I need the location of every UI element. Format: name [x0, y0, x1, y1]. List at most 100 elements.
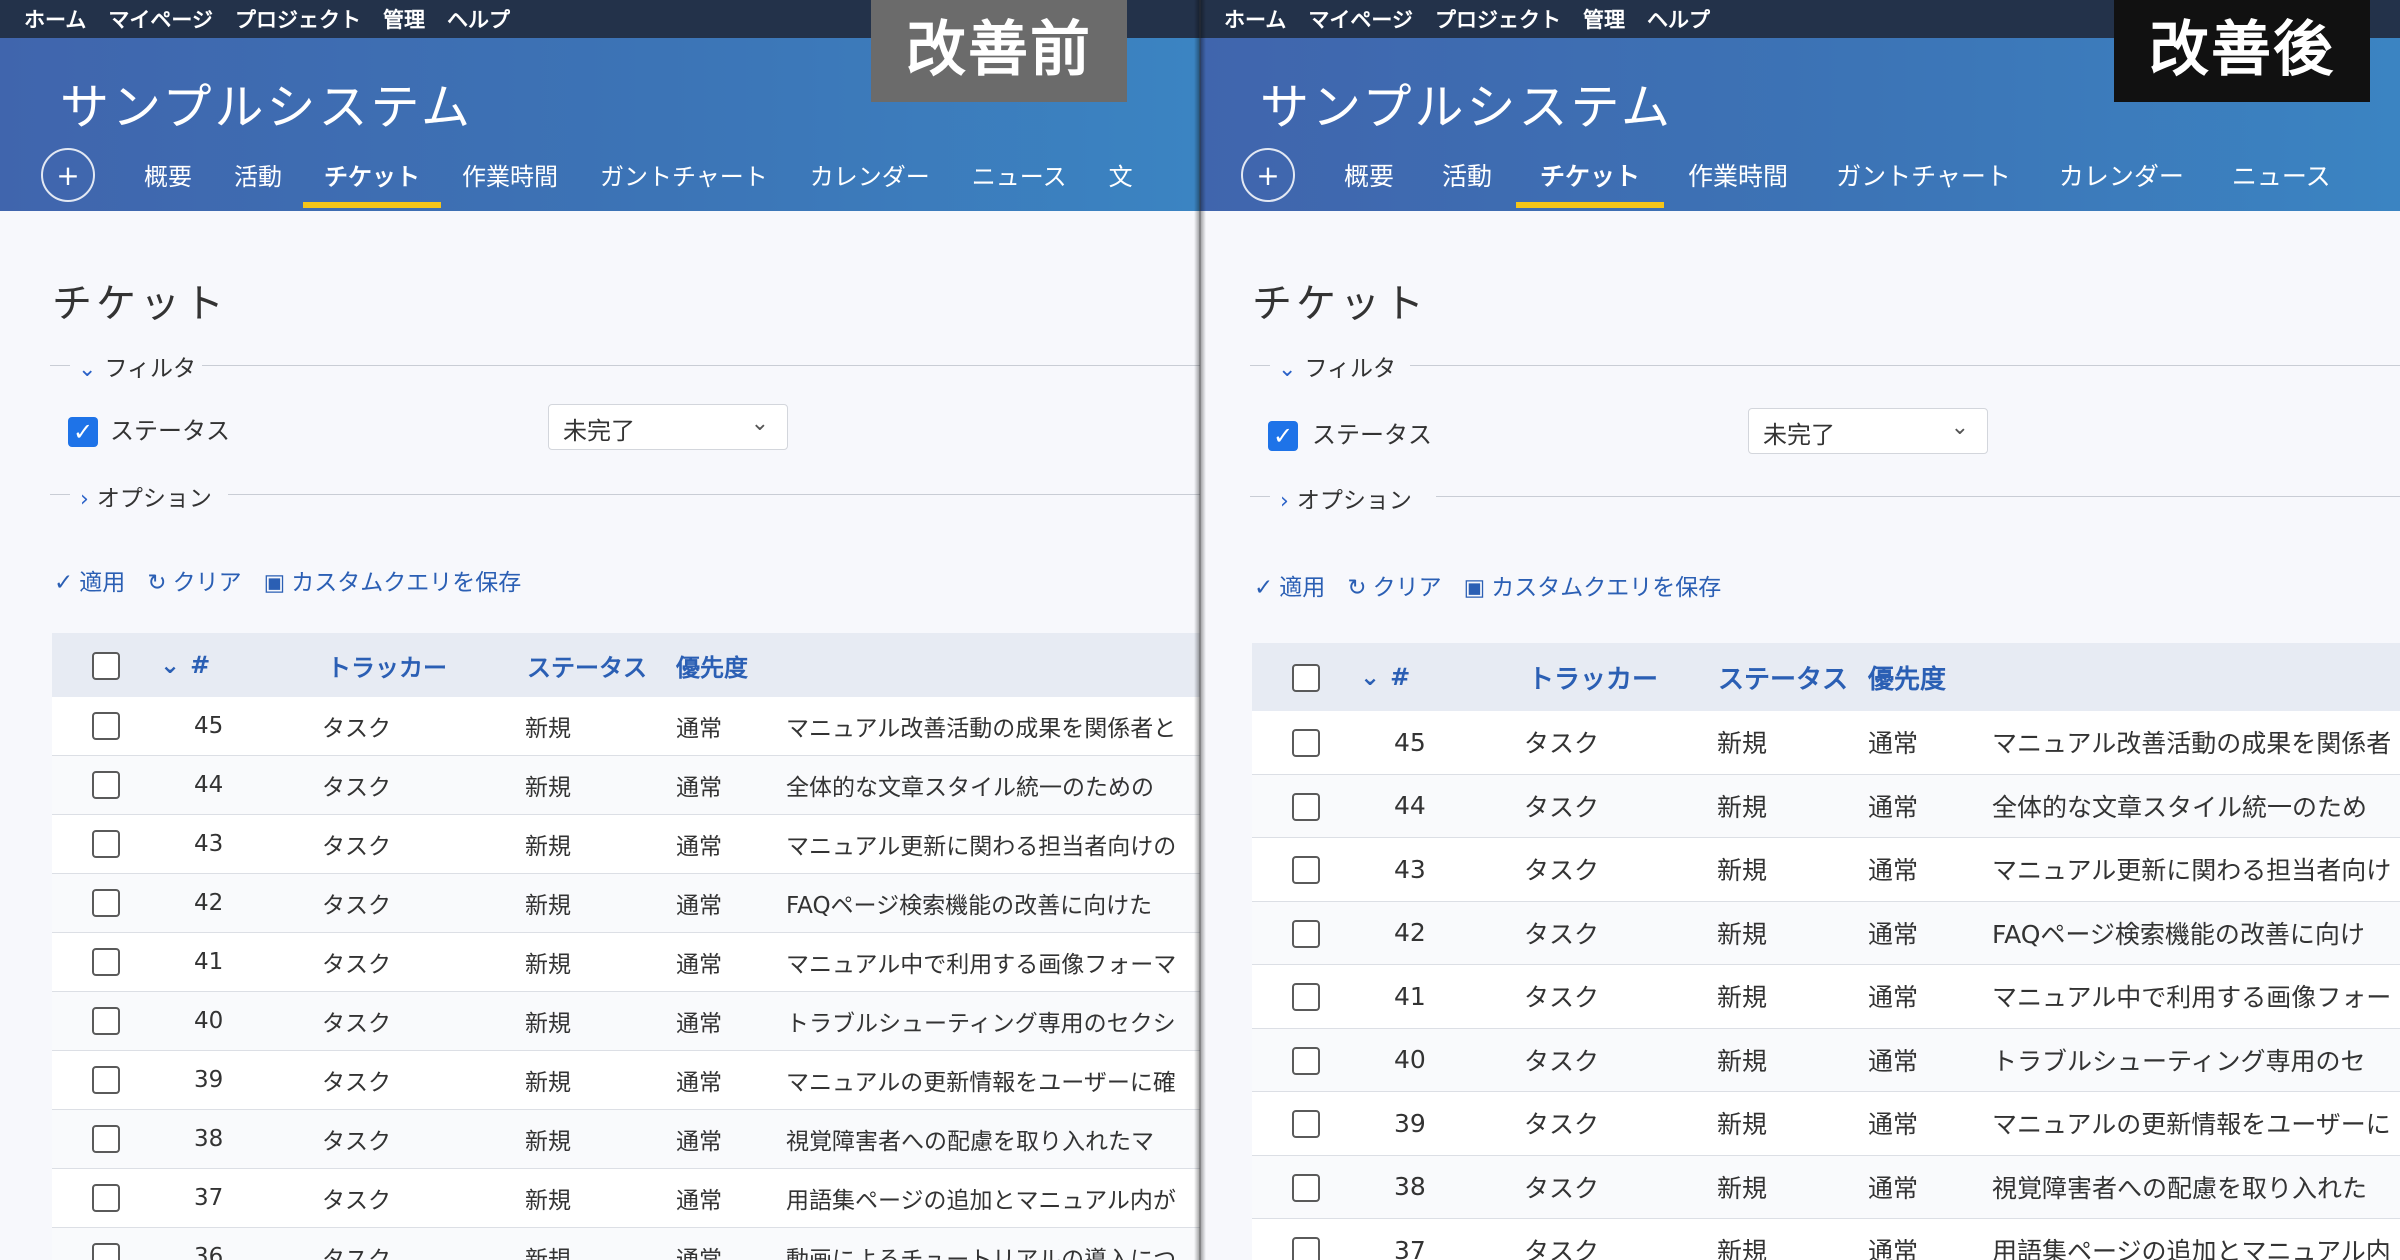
- issue-id-link[interactable]: 39: [1360, 1091, 1494, 1156]
- issue-id-link[interactable]: 39: [160, 1050, 292, 1110]
- tab-time-entries[interactable]: 作業時間: [1664, 150, 1812, 208]
- issue-id-link[interactable]: 40: [1360, 1028, 1494, 1092]
- issue-id-link[interactable]: 42: [1360, 901, 1494, 965]
- issue-id-link[interactable]: 45: [1360, 711, 1494, 775]
- issue-subject-link[interactable]: マニュアルの更新情報をユーザーに確: [786, 1050, 1200, 1110]
- top-menu-admin[interactable]: 管理: [383, 4, 425, 34]
- issue-subject-link[interactable]: 視覚障害者への配慮を取り入れたマ: [786, 1109, 1200, 1169]
- issue-subject-link[interactable]: 動画によるチュートリアルの導入につ: [786, 1227, 1200, 1260]
- issue-subject-link[interactable]: マニュアル改善活動の成果を関係者と: [786, 697, 1200, 756]
- top-menu-mypage[interactable]: マイページ: [1308, 4, 1413, 34]
- tab-issues[interactable]: チケット: [303, 150, 441, 208]
- row-checkbox[interactable]: [1292, 1173, 1320, 1202]
- column-status[interactable]: ステータス: [500, 633, 676, 697]
- issue-id-link[interactable]: 37: [1360, 1218, 1494, 1260]
- column-tracker[interactable]: トラッカー: [292, 633, 500, 697]
- status-filter-checkbox[interactable]: ✓: [1268, 421, 1298, 451]
- row-checkbox[interactable]: [92, 948, 120, 976]
- status-filter-select[interactable]: 未完了 ⌄: [1748, 408, 1988, 454]
- top-menu-admin[interactable]: 管理: [1583, 4, 1625, 34]
- row-checkbox[interactable]: [92, 1184, 120, 1212]
- row-checkbox[interactable]: [1292, 983, 1320, 1012]
- column-status[interactable]: ステータス: [1692, 643, 1868, 711]
- top-menu-help[interactable]: ヘルプ: [1647, 4, 1710, 34]
- top-menu-projects[interactable]: プロジェクト: [1435, 4, 1561, 34]
- top-menu-projects[interactable]: プロジェクト: [235, 4, 361, 34]
- issue-subject-link[interactable]: 用語集ページの追加とマニュアル内が: [786, 1168, 1200, 1228]
- issue-id-link[interactable]: 41: [1360, 964, 1494, 1029]
- issue-id-link[interactable]: 45: [160, 697, 292, 756]
- row-checkbox[interactable]: [1292, 1046, 1320, 1075]
- tab-activity[interactable]: 活動: [213, 150, 303, 208]
- top-menu-help[interactable]: ヘルプ: [447, 4, 510, 34]
- status-filter-checkbox[interactable]: ✓: [68, 417, 98, 447]
- clear-button[interactable]: ↻ クリア: [1347, 568, 1441, 602]
- top-menu-mypage[interactable]: マイページ: [108, 4, 213, 34]
- column-tracker[interactable]: トラッカー: [1494, 643, 1692, 711]
- issue-subject-link[interactable]: 全体的な文章スタイル統一のための: [786, 755, 1200, 815]
- tab-time-entries[interactable]: 作業時間: [441, 150, 579, 208]
- status-filter-select[interactable]: 未完了 ⌄: [548, 404, 788, 450]
- row-checkbox[interactable]: [92, 830, 120, 858]
- issue-id-link[interactable]: 37: [160, 1168, 292, 1228]
- row-checkbox[interactable]: [92, 1066, 120, 1094]
- tab-news[interactable]: ニュース: [951, 150, 1088, 208]
- row-checkbox[interactable]: [92, 1007, 120, 1035]
- tab-overview[interactable]: 概要: [123, 150, 213, 208]
- clear-button[interactable]: ↻ クリア: [147, 563, 241, 597]
- issue-subject-link[interactable]: マニュアル更新に関わる担当者向け: [1992, 837, 2400, 902]
- tab-calendar[interactable]: カレンダー: [2035, 150, 2208, 208]
- new-object-button[interactable]: +: [1241, 148, 1295, 202]
- tab-issues[interactable]: チケット: [1516, 150, 1665, 208]
- column-priority[interactable]: 優先度: [1868, 643, 1992, 711]
- apply-button[interactable]: ✓ 適用: [1254, 568, 1325, 602]
- row-checkbox[interactable]: [92, 1243, 120, 1260]
- issue-id-link[interactable]: 44: [160, 755, 292, 815]
- row-checkbox[interactable]: [1292, 792, 1320, 821]
- issue-id-link[interactable]: 41: [160, 932, 292, 992]
- row-checkbox[interactable]: [1292, 856, 1320, 885]
- issue-subject-link[interactable]: FAQページ検索機能の改善に向けた: [786, 873, 1200, 933]
- row-checkbox[interactable]: [92, 889, 120, 917]
- issue-id-link[interactable]: 43: [160, 814, 292, 874]
- filter-section-toggle[interactable]: ⌄ フィルタ: [78, 349, 196, 383]
- issue-id-link[interactable]: 42: [160, 873, 292, 933]
- tab-gantt[interactable]: ガントチャート: [1812, 150, 2035, 208]
- issue-subject-link[interactable]: マニュアル更新に関わる担当者向けの: [786, 814, 1200, 874]
- issue-subject-link[interactable]: トラブルシューティング専用のセ: [1992, 1028, 2400, 1092]
- row-checkbox[interactable]: [92, 771, 120, 799]
- tab-documents[interactable]: 文: [1088, 150, 1154, 208]
- save-query-button[interactable]: ▣ カスタムクエリを保存: [264, 563, 522, 597]
- issue-subject-link[interactable]: FAQページ検索機能の改善に向け: [1992, 901, 2400, 965]
- row-checkbox[interactable]: [1292, 729, 1320, 758]
- tab-calendar[interactable]: カレンダー: [789, 150, 951, 208]
- row-checkbox[interactable]: [1292, 1110, 1320, 1139]
- issue-subject-link[interactable]: トラブルシューティング専用のセクシ: [786, 991, 1200, 1051]
- select-all-checkbox[interactable]: [92, 651, 120, 680]
- options-section-toggle[interactable]: › オプション: [1280, 481, 1412, 515]
- options-section-toggle[interactable]: › オプション: [80, 479, 212, 513]
- save-query-button[interactable]: ▣ カスタムクエリを保存: [1464, 568, 1722, 602]
- row-checkbox[interactable]: [1292, 919, 1320, 948]
- issue-id-link[interactable]: 38: [1360, 1155, 1494, 1219]
- issue-id-link[interactable]: 40: [160, 991, 292, 1051]
- issue-subject-link[interactable]: 視覚障害者への配慮を取り入れた: [1992, 1155, 2400, 1219]
- tab-activity[interactable]: 活動: [1418, 150, 1516, 208]
- issue-subject-link[interactable]: 用語集ページの追加とマニュアル内: [1992, 1218, 2400, 1260]
- issue-subject-link[interactable]: マニュアル改善活動の成果を関係者: [1992, 711, 2400, 775]
- issue-subject-link[interactable]: 全体的な文章スタイル統一のため: [1992, 774, 2400, 838]
- new-object-button[interactable]: +: [41, 148, 95, 202]
- column-priority[interactable]: 優先度: [676, 633, 786, 697]
- filter-section-toggle[interactable]: ⌄ フィルタ: [1278, 349, 1396, 383]
- row-checkbox[interactable]: [92, 1125, 120, 1153]
- sort-id-header[interactable]: ⌄ #: [160, 633, 292, 697]
- issue-id-link[interactable]: 38: [160, 1109, 292, 1169]
- top-menu-home[interactable]: ホーム: [1224, 4, 1286, 34]
- row-checkbox[interactable]: [1292, 1237, 1320, 1260]
- issue-subject-link[interactable]: マニュアルの更新情報をユーザーに: [1992, 1091, 2400, 1156]
- top-menu-home[interactable]: ホーム: [24, 4, 86, 34]
- apply-button[interactable]: ✓ 適用: [54, 563, 125, 597]
- tab-overview[interactable]: 概要: [1320, 150, 1418, 208]
- issue-id-link[interactable]: 43: [1360, 837, 1494, 902]
- issue-subject-link[interactable]: マニュアル中で利用する画像フォー: [1992, 964, 2400, 1029]
